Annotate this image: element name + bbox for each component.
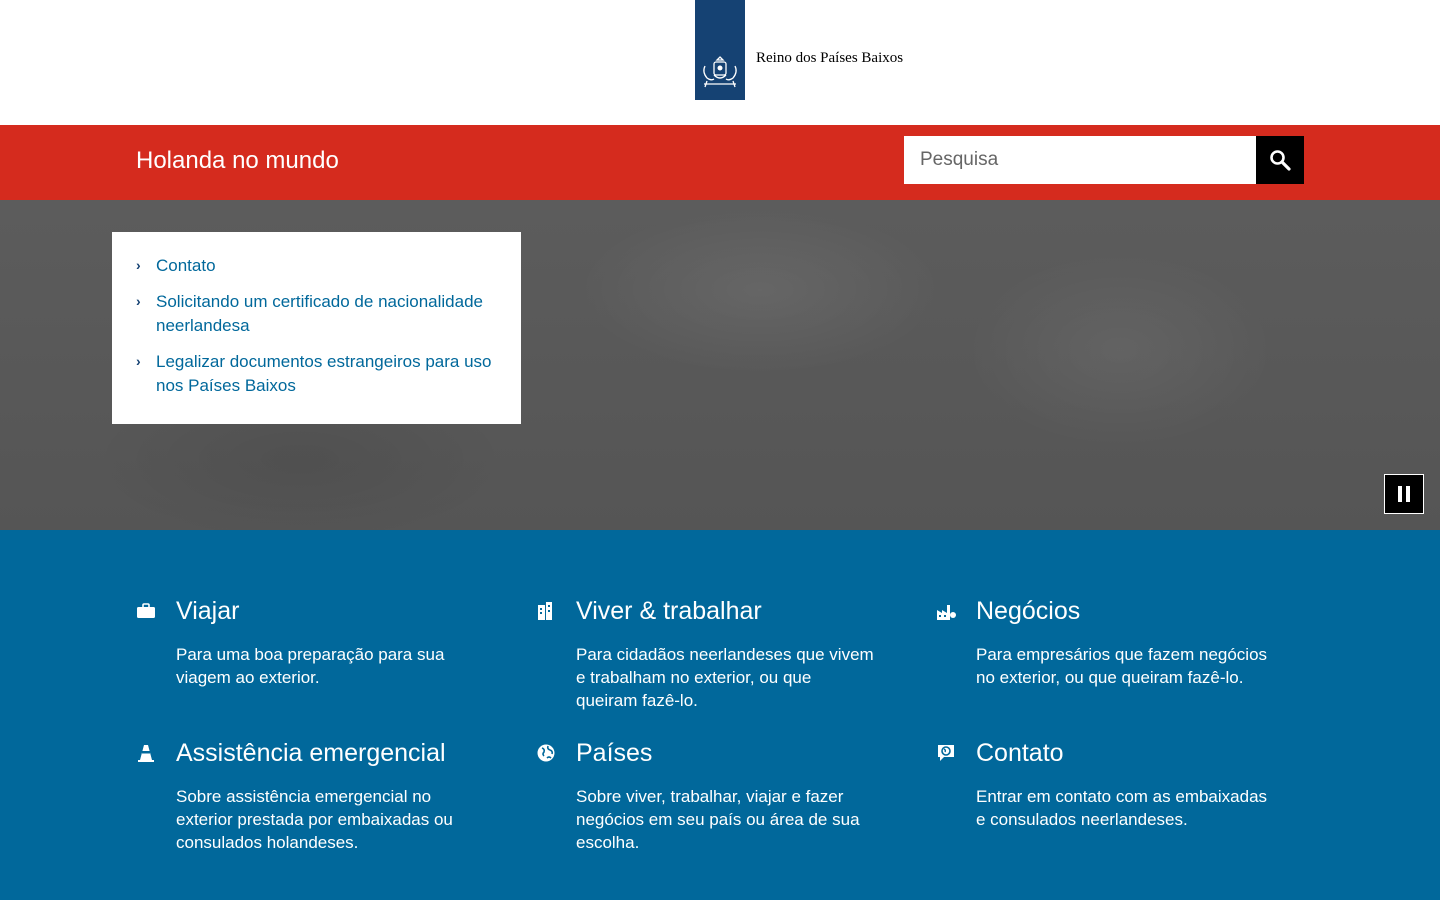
chat-globe-icon bbox=[938, 745, 954, 761]
quick-link-legalize-documents[interactable]: Legalizar documentos estrangeiros para u… bbox=[156, 350, 497, 398]
tile-paises: Países Sobre viver, trabalhar, viajar e … bbox=[536, 737, 876, 854]
search-button[interactable] bbox=[1256, 136, 1304, 184]
list-item: › Contato bbox=[136, 254, 497, 278]
search-icon bbox=[1270, 150, 1291, 171]
topic-tiles: Viajar Para uma boa preparação para sua … bbox=[0, 530, 1440, 900]
tile-description: Para uma boa preparação para sua viagem … bbox=[176, 645, 445, 687]
briefcase-icon bbox=[137, 603, 155, 618]
tile-title[interactable]: Viajar bbox=[176, 597, 239, 625]
factory-icon bbox=[937, 605, 956, 620]
logo-wordmark: Reino dos Países Baixos bbox=[756, 50, 904, 66]
traffic-cone-icon bbox=[138, 745, 154, 762]
buildings-icon bbox=[538, 602, 552, 620]
coat-of-arms-icon bbox=[703, 56, 737, 88]
tile-title[interactable]: Contato bbox=[976, 739, 1064, 767]
tile-assistencia-emergencial: Assistência emergencial Sobre assistênci… bbox=[136, 737, 476, 854]
quick-link-nationality-certificate[interactable]: Solicitando um certificado de nacionalid… bbox=[156, 290, 497, 338]
pause-icon bbox=[1398, 486, 1402, 502]
list-item: › Legalizar documentos estrangeiros para… bbox=[136, 350, 497, 398]
carousel-pause-button[interactable] bbox=[1384, 474, 1424, 514]
tile-title[interactable]: Assistência emergencial bbox=[176, 739, 446, 767]
tile-viver-trabalhar: Viver & trabalhar Para cidadãos neerland… bbox=[536, 595, 876, 712]
globe-icon bbox=[537, 744, 555, 762]
tile-title[interactable]: Viver & trabalhar bbox=[576, 597, 762, 625]
logo-bar: Reino dos Países Baixos bbox=[0, 0, 1440, 125]
tile-title[interactable]: Negócios bbox=[976, 597, 1080, 625]
list-item: › Solicitando um certificado de nacional… bbox=[136, 290, 497, 338]
chevron-right-icon: › bbox=[136, 293, 141, 309]
chevron-right-icon: › bbox=[136, 257, 141, 273]
tile-description: Entrar em contato com as embaixadas e co… bbox=[976, 787, 1268, 829]
quick-link-contato[interactable]: Contato bbox=[156, 254, 497, 278]
site-header: Holanda no mundo bbox=[0, 125, 1440, 200]
quick-links-box: › Contato › Solicitando um certificado d… bbox=[112, 232, 521, 424]
site-title[interactable]: Holanda no mundo bbox=[136, 147, 339, 175]
hero-carousel: › Contato › Solicitando um certificado d… bbox=[0, 200, 1440, 530]
tile-description: Sobre assistência emergencial no exterio… bbox=[176, 787, 453, 852]
search-input[interactable] bbox=[904, 136, 1256, 184]
tile-description: Para empresários que fazem negócios no e… bbox=[976, 645, 1268, 687]
rijksoverheid-logo[interactable] bbox=[695, 0, 745, 100]
tile-negocios: Negócios Para empresários que fazem negó… bbox=[936, 595, 1276, 689]
tile-title[interactable]: Países bbox=[576, 739, 652, 767]
tile-viajar: Viajar Para uma boa preparação para sua … bbox=[136, 595, 476, 689]
tile-description: Sobre viver, trabalhar, viajar e fazer n… bbox=[576, 787, 860, 852]
tile-contato: Contato Entrar em contato com as embaixa… bbox=[936, 737, 1276, 831]
tile-description: Para cidadãos neerlandeses que vivem e t… bbox=[576, 645, 874, 710]
chevron-right-icon: › bbox=[136, 353, 141, 369]
